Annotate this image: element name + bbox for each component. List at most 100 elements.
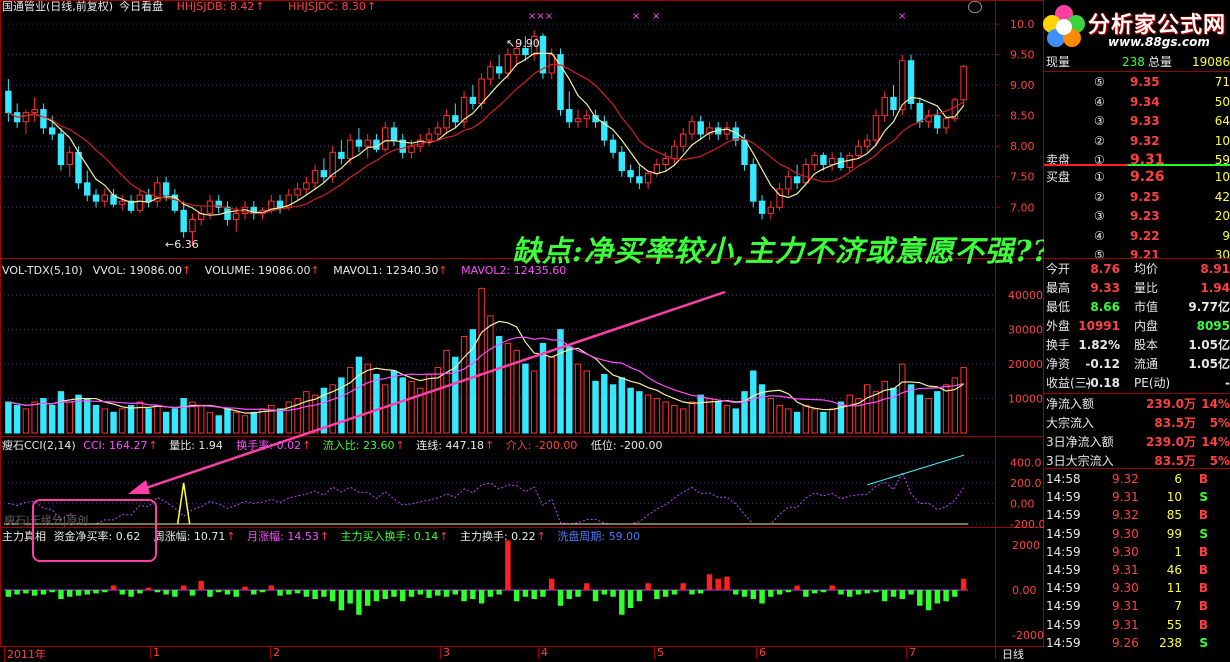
volume-bar <box>776 404 783 434</box>
tick-time: 14:59 <box>1046 617 1081 632</box>
tick-time: 14:59 <box>1046 508 1081 523</box>
period-label[interactable]: 日线 <box>1002 646 1024 662</box>
candle-body <box>671 145 678 159</box>
price-tick-label: 8.50 <box>1010 110 1035 123</box>
flow-pct: 5% <box>1209 416 1230 430</box>
bid-row[interactable]: ③ 9.23 20 <box>1044 207 1230 225</box>
tick-volume: 7 <box>1174 599 1182 614</box>
flow-bar-negative <box>347 590 353 604</box>
stat-row[interactable]: 最低 8.66 市值 9.77亿 <box>1044 298 1230 316</box>
tick-row[interactable]: 14:59 9.32 85 B <box>1044 506 1230 524</box>
xianliang-value: 238 <box>1122 55 1145 69</box>
candle <box>609 134 617 159</box>
stat-row[interactable]: 外盘 10991 内盘 8095 <box>1044 317 1230 335</box>
volume-bar <box>750 370 757 434</box>
candle <box>487 60 494 86</box>
candle <box>382 121 389 153</box>
candle <box>951 97 959 122</box>
stat-row[interactable]: 净资 -0.12 流通 1.05亿 <box>1044 355 1230 373</box>
low-price-label: ←6.36 <box>165 238 199 251</box>
candle-body <box>31 109 38 114</box>
candle <box>557 48 564 116</box>
stat-row[interactable]: 换手 1.82% 股本 1.05亿 <box>1044 336 1230 354</box>
ask-row[interactable]: ② 9.32 10 <box>1044 132 1230 150</box>
tick-row[interactable]: 14:58 9.32 6 B <box>1044 470 1230 488</box>
ask-row[interactable]: ③ 9.33 64 <box>1044 112 1230 130</box>
ask-row[interactable]: 卖盘 ① 9.31 59 <box>1044 151 1230 169</box>
volume-tick-label: 10000 <box>1008 393 1043 406</box>
tick-side: S <box>1199 526 1208 541</box>
flow-row[interactable]: 净流入额 239.0万 14% <box>1044 395 1230 413</box>
logo-url[interactable]: www.88gs.com <box>1108 35 1210 49</box>
bid-row[interactable]: ② 9.25 42 <box>1044 188 1230 206</box>
volume-bar <box>732 408 739 434</box>
volume-bar <box>13 404 21 434</box>
bid-row[interactable]: 买盘 ① 9.26 10 <box>1044 168 1230 186</box>
tick-row[interactable]: 14:59 9.26 238 S <box>1044 634 1230 652</box>
candle <box>329 146 336 183</box>
ask-price: 9.32 <box>1130 133 1160 148</box>
signal-mark-2: × <box>632 11 641 22</box>
candle <box>469 85 477 110</box>
tick-row[interactable]: 14:59 9.31 55 B <box>1044 616 1230 634</box>
candle-body <box>180 209 187 233</box>
volume-bar <box>233 411 240 434</box>
flow-bar-positive <box>645 583 651 590</box>
candle <box>785 170 792 196</box>
flow-value: 239.0万 <box>1146 397 1196 411</box>
volume-bar <box>741 391 748 434</box>
candle <box>5 79 12 122</box>
tick-row[interactable]: 14:59 9.31 46 B <box>1044 561 1230 579</box>
tick-row[interactable]: 14:59 9.31 10 S <box>1044 488 1230 506</box>
candle <box>224 201 231 226</box>
tick-row[interactable]: 14:59 9.30 1 B <box>1044 543 1230 561</box>
volume-bar <box>846 394 853 434</box>
flow-bar-negative <box>391 590 397 597</box>
bid-row[interactable]: ④ 9.22 9 <box>1044 227 1230 245</box>
candle-body <box>40 109 47 129</box>
flow-bar-negative <box>207 590 213 597</box>
candle <box>22 109 30 134</box>
flow-row[interactable]: 3日净流入额 239.0万 14% <box>1044 433 1230 451</box>
volume-bar <box>180 398 187 434</box>
date-tick-label: 1 <box>150 646 160 659</box>
tick-row[interactable]: 14:59 9.30 11 B <box>1044 579 1230 597</box>
zoom-icon[interactable] <box>968 1 982 13</box>
stock-chart[interactable]: 10.09.509.008.508.007.507.00400003000020… <box>0 0 1044 659</box>
candle-body <box>5 90 12 114</box>
flow-row[interactable]: 大宗流入 83.5万 5% <box>1044 414 1230 432</box>
flow-bar-positive <box>584 583 590 590</box>
candle-body <box>802 164 810 184</box>
ask-volume: 71 <box>1214 75 1230 89</box>
stat-row[interactable]: 最高 9.33 量比 1.94 <box>1044 279 1230 297</box>
ask-row[interactable]: ⑤ 9.35 71 <box>1044 73 1230 91</box>
volume-bar <box>171 408 179 434</box>
candle <box>373 134 380 153</box>
volume-bar <box>907 384 915 434</box>
candle <box>793 164 801 189</box>
volume-bar <box>557 329 564 434</box>
tick-row[interactable]: 14:59 9.31 7 B <box>1044 597 1230 615</box>
cci-indicator-name: 瘦石CCI(2,14) <box>2 439 76 452</box>
bid-level: ③ <box>1094 209 1105 223</box>
volume-bar <box>644 394 652 434</box>
candle <box>40 103 47 134</box>
stat-row[interactable]: 收益(三) -0.18 PE(动) - <box>1044 374 1230 392</box>
volume-bar <box>627 387 634 434</box>
flow-bar-negative <box>329 590 336 602</box>
volume-bar <box>601 373 608 434</box>
stat-row[interactable]: 今开 8.76 均价 8.91 <box>1044 260 1230 278</box>
candle-body <box>311 170 319 184</box>
bid-label: 买盘 <box>1046 170 1071 184</box>
yuezhang-value: 月涨幅: 14.53 <box>247 530 319 543</box>
ask-row[interactable]: ④ 9.34 50 <box>1044 93 1230 111</box>
ask-price: 9.31 <box>1130 152 1165 168</box>
volume-row[interactable]: 现量 238 总量 19086 <box>1044 53 1230 71</box>
ask-level: ① <box>1094 153 1105 167</box>
candle-body <box>846 154 853 169</box>
candle <box>706 121 713 141</box>
stat-label-2: 内盘 <box>1134 319 1159 333</box>
tick-time: 14:59 <box>1046 581 1081 596</box>
tick-row[interactable]: 14:59 9.30 99 S <box>1044 525 1230 543</box>
ask-price: 9.34 <box>1130 94 1160 109</box>
